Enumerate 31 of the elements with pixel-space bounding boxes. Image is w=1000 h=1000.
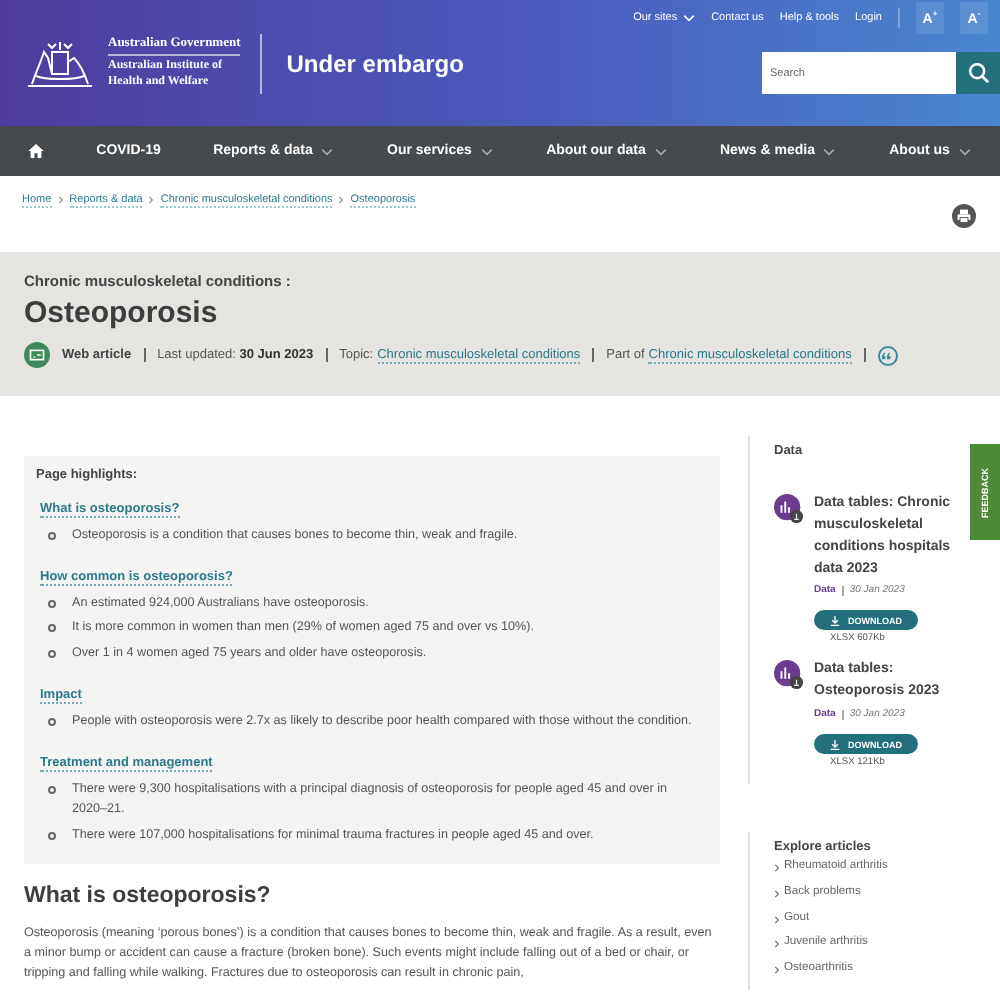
section-heading: What is osteoporosis? — [24, 883, 273, 908]
chevron-right-icon — [774, 863, 780, 872]
bullet-icon — [48, 599, 56, 608]
bullet-icon — [48, 785, 56, 794]
search-button[interactable] — [956, 52, 1000, 94]
chevron-right-icon — [57, 196, 64, 204]
chevron-right-icon — [774, 915, 780, 924]
bullet-icon — [48, 717, 56, 726]
cite-button[interactable] — [877, 345, 898, 365]
data-chart-icon — [774, 660, 804, 691]
chevron-right-icon — [774, 966, 780, 975]
download-icon — [830, 615, 840, 626]
printer-icon — [956, 208, 972, 224]
print-button[interactable] — [952, 204, 976, 228]
chevron-right-icon — [338, 196, 345, 204]
chevron-right-icon — [774, 940, 780, 949]
bullet-icon — [48, 831, 56, 840]
bullet-icon — [48, 624, 56, 633]
chevron-right-icon — [774, 889, 780, 898]
home-icon — [28, 144, 44, 158]
page-title: Osteoporosis — [24, 296, 220, 330]
data-chart-icon — [774, 494, 804, 524]
search-icon — [967, 62, 989, 84]
home-link[interactable] — [28, 144, 44, 158]
quote-icon — [882, 351, 893, 359]
bullet-icon — [48, 532, 56, 540]
banner-title: Under embargo — [286, 49, 464, 77]
bullet-icon — [48, 650, 56, 659]
download-icon — [830, 739, 840, 750]
web-article-icon — [24, 342, 50, 368]
chevron-right-icon — [148, 196, 155, 204]
